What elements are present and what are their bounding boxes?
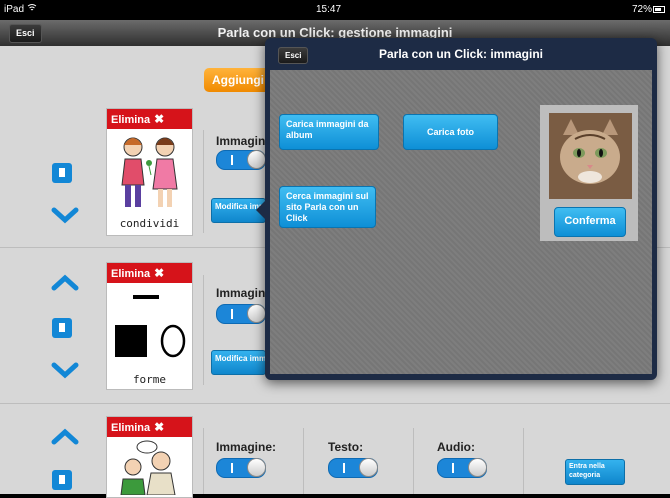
card-label: condividi: [119, 217, 180, 230]
move-up-icon[interactable]: [50, 273, 80, 293]
image-preview-panel: Conferma: [540, 105, 638, 241]
image-card[interactable]: Elimina ✖: [106, 416, 193, 498]
delete-button[interactable]: Elimina ✖: [107, 109, 192, 129]
image-toggle[interactable]: [216, 304, 266, 324]
image-toggle[interactable]: [216, 150, 266, 170]
column-divider: [203, 428, 204, 494]
image-popover: Esci Parla con un Click: immagini Carica…: [265, 38, 657, 380]
column-divider: [523, 428, 524, 494]
row-divider: [0, 403, 670, 404]
search-site-button[interactable]: Cerca immagini sul sito Parla con un Cli…: [279, 186, 376, 228]
device-name: iPad: [4, 4, 25, 15]
audio-column-label: Audio:: [437, 440, 475, 454]
battery-percent: 72%: [632, 4, 653, 15]
image-card[interactable]: Elimina ✖ forme: [106, 262, 193, 390]
document-icon[interactable]: [52, 470, 72, 490]
image-column-label: Immagine:: [216, 440, 277, 454]
audio-toggle[interactable]: [437, 458, 487, 478]
move-down-icon[interactable]: [50, 360, 80, 380]
add-image-button[interactable]: Aggiungi: [204, 68, 274, 92]
delete-button[interactable]: Elimina ✖: [107, 263, 192, 283]
delete-button[interactable]: Elimina ✖: [107, 417, 192, 437]
status-bar: iPad 15:47 72%: [0, 0, 670, 20]
picture-shapes: [115, 295, 186, 358]
move-down-icon[interactable]: [50, 205, 80, 225]
popover-title: Parla con un Click: immagini: [378, 47, 544, 61]
picture-share: [121, 137, 178, 207]
clock: 15:47: [316, 4, 342, 15]
picture-people: [120, 440, 176, 495]
load-photo-button[interactable]: Carica foto: [403, 114, 498, 150]
image-toggle[interactable]: [216, 458, 266, 478]
document-icon[interactable]: [52, 163, 72, 183]
column-divider: [203, 130, 204, 233]
text-toggle[interactable]: [328, 458, 378, 478]
card-label: forme: [132, 373, 167, 386]
column-divider: [303, 428, 304, 494]
document-icon[interactable]: [52, 318, 72, 338]
battery-icon: [653, 6, 665, 13]
confirm-button[interactable]: Conferma: [554, 207, 626, 237]
image-card[interactable]: Elimina ✖ condividi: [106, 108, 193, 236]
text-column-label: Testo:: [328, 440, 364, 454]
edit-image-button[interactable]: Modifica immagine: [211, 350, 266, 375]
enter-category-button[interactable]: Entra nella categoria: [565, 459, 625, 485]
wifi-icon: [27, 3, 37, 15]
load-album-button[interactable]: Carica immagini da album: [279, 114, 379, 150]
move-up-icon[interactable]: [50, 427, 80, 447]
cat-photo: [549, 113, 632, 199]
popover-header: Esci Parla con un Click: immagini: [265, 38, 657, 70]
popover-arrow: [256, 200, 266, 220]
popover-body: Carica immagini da album Carica foto Cer…: [270, 70, 652, 374]
column-divider: [413, 428, 414, 494]
column-divider: [203, 275, 204, 385]
